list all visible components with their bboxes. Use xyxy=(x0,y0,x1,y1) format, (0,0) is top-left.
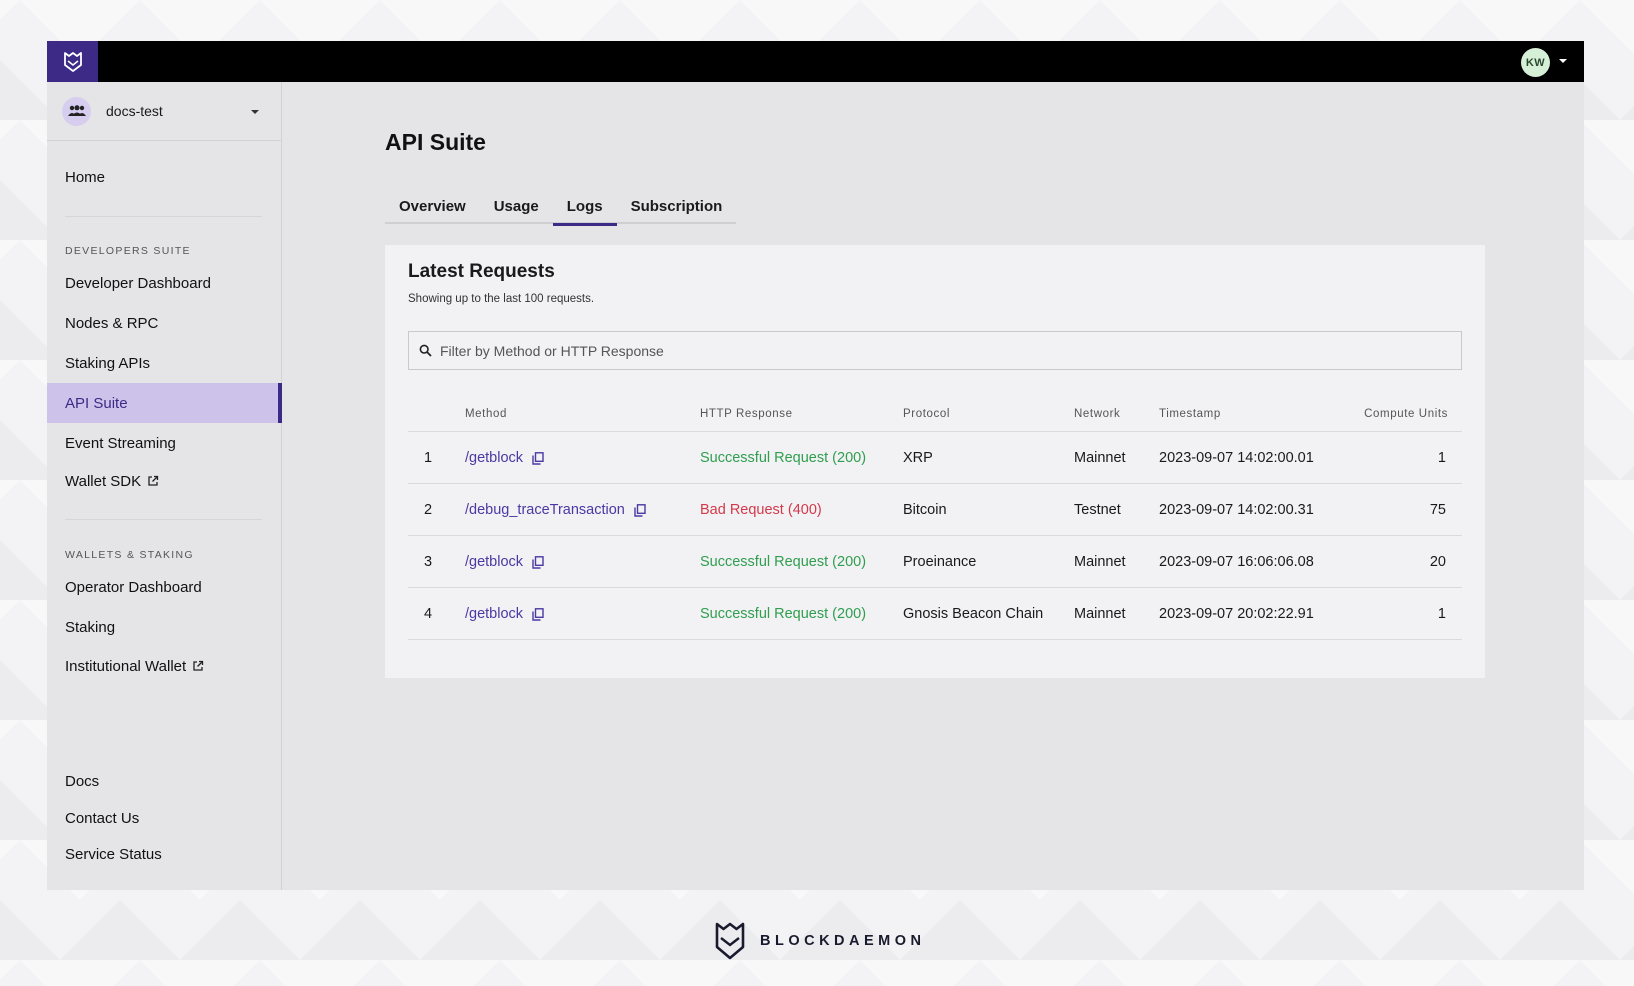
sidebar-item-operator-dashboard[interactable]: Operator Dashboard xyxy=(47,567,282,607)
requests-table: Method HTTP Response Protocol Network Ti… xyxy=(408,395,1462,640)
timestamp: 2023-09-07 16:06:06.08 xyxy=(1159,554,1314,570)
row-index: 1 xyxy=(424,450,433,466)
logo-button[interactable] xyxy=(47,41,98,82)
copy-icon[interactable] xyxy=(532,451,544,465)
sidebar-item-label: Institutional Wallet xyxy=(65,657,187,675)
page-title: API Suite xyxy=(385,129,486,155)
compute-units: 1 xyxy=(1437,606,1446,622)
table-row[interactable]: 2 /debug_traceTransaction Bad Request (4… xyxy=(408,484,1462,536)
sidebar-item-event-streaming[interactable]: Event Streaming xyxy=(47,423,282,463)
sidebar-item-docs[interactable]: Docs xyxy=(47,761,282,801)
http-response: Successful Request (200) xyxy=(700,606,867,622)
protocol: XRP xyxy=(903,450,933,466)
top-bar: KW xyxy=(47,41,1584,82)
method-cell: /debug_traceTransaction xyxy=(465,502,646,518)
row-index: 2 xyxy=(424,502,433,518)
network: Mainnet xyxy=(1074,554,1126,570)
compute-units: 1 xyxy=(1437,450,1446,466)
column-header-timestamp: Timestamp xyxy=(1159,408,1221,420)
sidebar-item-staking-apis[interactable]: Staking APIs xyxy=(47,343,282,383)
section-label-wallets: WALLETS & STAKING xyxy=(65,549,194,561)
external-link-icon xyxy=(192,660,204,672)
protocol: Proeinance xyxy=(903,554,977,570)
network: Testnet xyxy=(1074,502,1121,518)
sidebar-item-label: Wallet SDK xyxy=(65,472,142,490)
section-label-developers: DEVELOPERS SUITE xyxy=(65,245,191,257)
sidebar-item-contact-us[interactable]: Contact Us xyxy=(47,798,282,838)
method-link[interactable]: /debug_traceTransaction xyxy=(465,502,625,518)
chevron-down-icon xyxy=(251,110,259,114)
tab-usage[interactable]: Usage xyxy=(480,188,553,224)
method-link[interactable]: /getblock xyxy=(465,606,523,622)
blockdaemon-logo-icon xyxy=(715,922,745,960)
network: Mainnet xyxy=(1074,606,1126,622)
sidebar-item-service-status[interactable]: Service Status xyxy=(47,834,282,874)
column-header-network: Network xyxy=(1074,408,1121,420)
method-link[interactable]: /getblock xyxy=(465,554,523,570)
main-content: API Suite Overview Usage Logs Subscripti… xyxy=(283,82,1584,890)
card-title: Latest Requests xyxy=(408,261,555,282)
sidebar-item-developer-dashboard[interactable]: Developer Dashboard xyxy=(47,263,282,303)
protocol: Bitcoin xyxy=(903,502,947,518)
sidebar-item-api-suite[interactable]: API Suite xyxy=(47,383,282,423)
blockdaemon-logo-icon xyxy=(63,51,82,72)
card-subtitle: Showing up to the last 100 requests. xyxy=(408,293,595,305)
network: Mainnet xyxy=(1074,450,1126,466)
column-header-protocol: Protocol xyxy=(903,408,950,420)
copy-icon[interactable] xyxy=(532,607,544,621)
timestamp: 2023-09-07 14:02:00.01 xyxy=(1159,450,1314,466)
column-header-http-response: HTTP Response xyxy=(700,408,793,420)
table-header: Method HTTP Response Protocol Network Ti… xyxy=(408,395,1462,432)
method-cell: /getblock xyxy=(465,554,544,570)
search-icon xyxy=(419,344,432,357)
external-link-icon xyxy=(147,475,159,487)
column-header-compute-units: Compute Units xyxy=(1364,408,1448,420)
protocol: Gnosis Beacon Chain xyxy=(903,606,1044,622)
column-header-method: Method xyxy=(465,408,507,420)
http-response: Successful Request (200) xyxy=(700,554,867,570)
copy-icon[interactable] xyxy=(532,555,544,569)
timestamp: 2023-09-07 14:02:00.31 xyxy=(1159,502,1314,518)
http-response: Bad Request (400) xyxy=(700,502,822,518)
filter-input[interactable] xyxy=(440,342,1340,359)
latest-requests-card: Latest Requests Showing up to the last 1… xyxy=(385,245,1485,678)
method-link[interactable]: /getblock xyxy=(465,450,523,466)
sidebar-item-staking[interactable]: Staking xyxy=(47,607,282,647)
tab-overview[interactable]: Overview xyxy=(385,188,480,224)
http-response: Successful Request (200) xyxy=(700,450,867,466)
tab-bar: Overview Usage Logs Subscription xyxy=(385,188,737,226)
sidebar-item-nodes-rpc[interactable]: Nodes & RPC xyxy=(47,303,282,343)
copy-icon[interactable] xyxy=(634,503,646,517)
org-name: docs-test xyxy=(106,103,163,119)
chevron-down-icon[interactable] xyxy=(1559,59,1567,63)
table-row[interactable]: 3 /getblock Successful Request (200) Pro… xyxy=(408,536,1462,588)
tab-subscription[interactable]: Subscription xyxy=(617,188,737,224)
tab-logs[interactable]: Logs xyxy=(552,188,617,226)
method-cell: /getblock xyxy=(465,450,544,466)
sidebar: docs-test Home DEVELOPERS SUITE Develope… xyxy=(47,82,282,890)
divider xyxy=(65,216,262,217)
brand-name: BLOCKDAEMON xyxy=(760,933,926,949)
divider xyxy=(65,519,262,520)
user-avatar[interactable]: KW xyxy=(1521,48,1550,77)
sidebar-item-home[interactable]: Home xyxy=(47,157,282,197)
table-row[interactable]: 1 /getblock Successful Request (200) XRP… xyxy=(408,432,1462,484)
sidebar-item-wallet-sdk[interactable]: Wallet SDK xyxy=(47,461,282,501)
row-index: 3 xyxy=(424,554,433,570)
app-window: KW docs-test Home DEVELOPERS SUITE Devel… xyxy=(47,41,1584,890)
brand-footer: BLOCKDAEMON xyxy=(714,920,926,962)
filter-field[interactable] xyxy=(408,331,1462,370)
sidebar-item-institutional-wallet[interactable]: Institutional Wallet xyxy=(47,646,282,686)
compute-units: 75 xyxy=(1429,502,1446,518)
row-index: 4 xyxy=(424,606,433,622)
team-icon xyxy=(62,96,91,126)
compute-units: 20 xyxy=(1429,554,1446,570)
org-switcher[interactable]: docs-test xyxy=(47,82,281,141)
table-row[interactable]: 4 /getblock Successful Request (200) Gno… xyxy=(408,588,1462,640)
method-cell: /getblock xyxy=(465,606,544,622)
timestamp: 2023-09-07 20:02:22.91 xyxy=(1159,606,1314,622)
